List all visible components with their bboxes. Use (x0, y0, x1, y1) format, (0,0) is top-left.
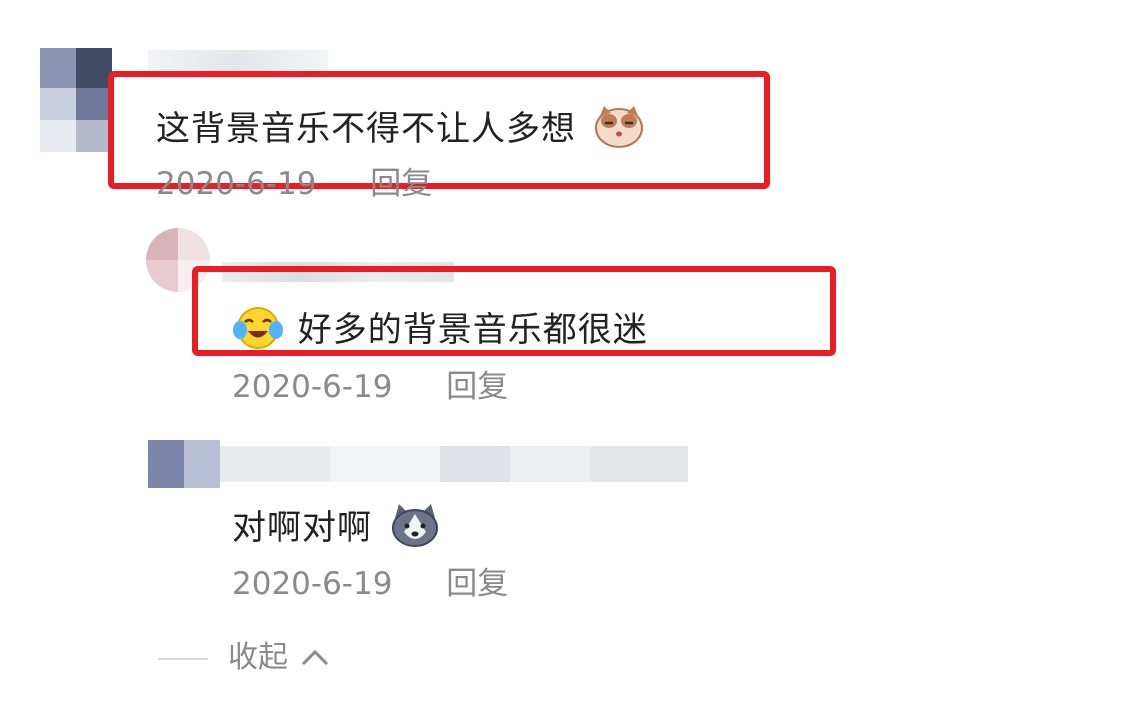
reply-button[interactable]: 回复 (370, 166, 432, 202)
comment-text: 对啊对啊 (232, 502, 440, 557)
username-blurred (220, 446, 688, 482)
collapse-label: 收起 (228, 640, 288, 675)
comment-date: 2020-6-19 (232, 369, 393, 405)
comment-thread: 这背景音乐不得不让人多想 2020-6-19 回复 好多的背景音乐都很迷 202… (0, 0, 1144, 714)
reply-button[interactable]: 回复 (446, 369, 508, 405)
comment-meta: 2020-6-19 回复 (232, 566, 508, 602)
comment-date: 2020-6-19 (232, 566, 393, 602)
comment-date: 2020-6-19 (156, 166, 317, 202)
collapse-button[interactable]: 收起 (228, 640, 330, 677)
comment-text: 这背景音乐不得不让人多想 (156, 104, 644, 157)
comment-text: 好多的背景音乐都很迷 (232, 304, 648, 359)
avatar[interactable] (148, 440, 220, 488)
reply-button[interactable]: 回复 (446, 566, 508, 602)
avatar[interactable] (40, 48, 112, 152)
husky-dog-face-emoji-icon (390, 502, 440, 557)
divider (158, 658, 208, 660)
comment-meta: 2020-6-19 回复 (232, 369, 508, 405)
crying-laughing-face-emoji-icon (232, 304, 284, 359)
comment-meta: 2020-6-19 回复 (156, 166, 432, 202)
chevron-up-icon (300, 641, 330, 677)
cat-face-emoji-icon (594, 104, 644, 157)
